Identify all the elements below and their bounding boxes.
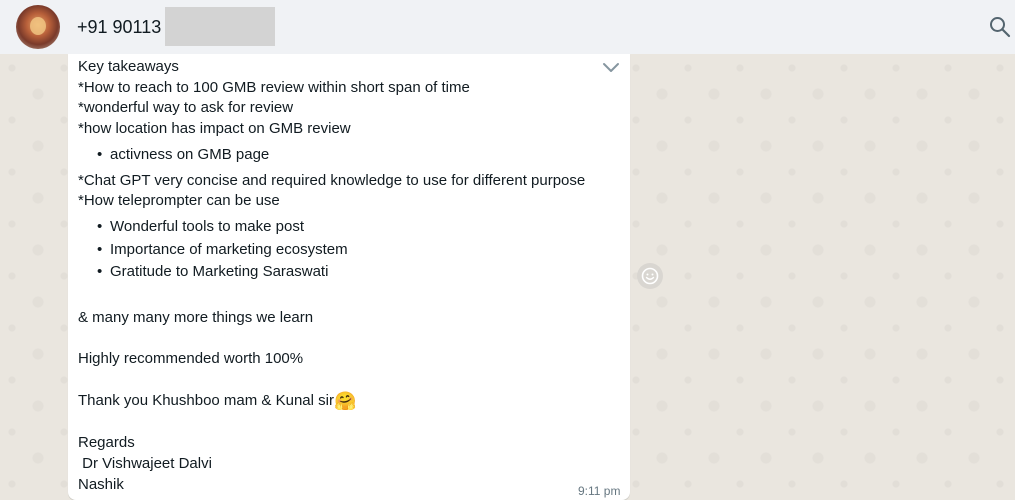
message-line: Key takeaways	[78, 58, 179, 75]
message-line: & many many more things we learn	[78, 309, 314, 326]
message-line: *how location has impact on GMB review	[78, 120, 351, 137]
bullet: •	[97, 263, 103, 280]
message-line: *Chat GPT very concise and required know…	[78, 172, 586, 189]
bullet: •	[97, 146, 103, 163]
hugging-face-emoji: 🤗	[333, 391, 357, 411]
message-line: *How teleprompter can be use	[78, 192, 280, 209]
redaction-box	[165, 7, 275, 46]
thanks-text: Thank you Khushboo mam & Kunal sir	[78, 392, 334, 409]
chat-header: +91 90113 8	[0, 0, 1015, 54]
message-line: Regards	[78, 434, 135, 451]
chevron-down-icon[interactable]	[600, 58, 622, 76]
react-button[interactable]	[637, 263, 663, 289]
avatar[interactable]	[16, 5, 60, 49]
bullet: •	[97, 241, 103, 258]
bullet-item: Gratitude to Marketing Saraswati	[110, 263, 329, 280]
bullet: •	[97, 218, 103, 235]
contact-name[interactable]: +91 90113 8	[77, 16, 176, 38]
message-line: Thank you Khushboo mam & Kunal sir🤗	[78, 391, 356, 411]
bullet-item: activness on GMB page	[110, 146, 270, 163]
message-time: 9:11 pm	[578, 484, 621, 498]
message-line: *wonderful way to ask for review	[78, 99, 294, 116]
bullet-item: Importance of marketing ecosystem	[110, 241, 348, 258]
message-line: *How to reach to 100 GMB review within s…	[78, 79, 470, 96]
sender-city: Nashik	[78, 476, 124, 493]
message-line: Highly recommended worth 100%	[78, 350, 304, 367]
bullet-item: Wonderful tools to make post	[110, 218, 304, 235]
chat-window: +91 90113 8 Key takeaways *How to reach …	[0, 0, 1015, 500]
smiley-icon	[641, 267, 659, 285]
search-icon[interactable]	[988, 15, 1012, 39]
sender-name: Dr Vishwajeet Dalvi	[78, 455, 212, 472]
